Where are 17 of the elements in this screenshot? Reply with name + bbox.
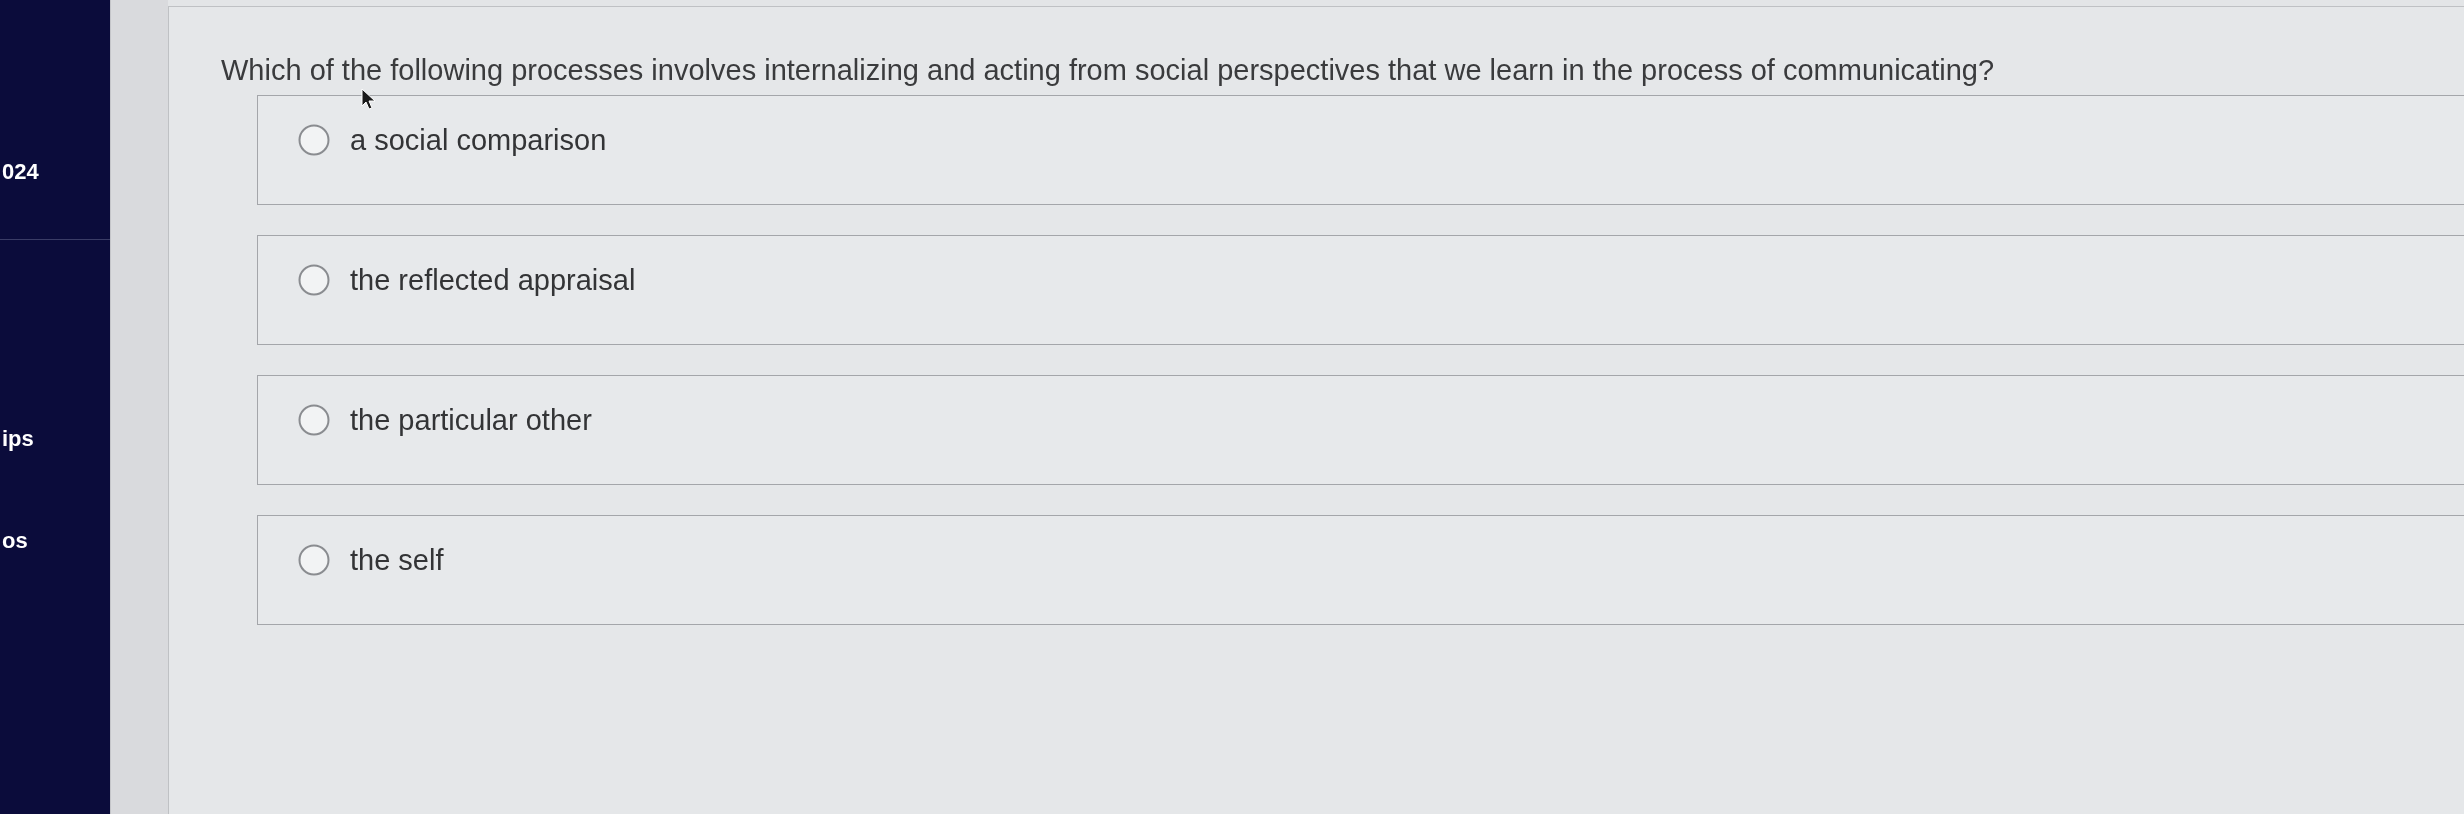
- sidebar-link[interactable]: os: [0, 526, 110, 556]
- radio-button-icon[interactable]: [298, 124, 330, 156]
- answer-option[interactable]: a social comparison: [257, 95, 2464, 205]
- sidebar-link[interactable]: ips: [0, 424, 110, 454]
- sidebar-date: 024: [1, 158, 40, 186]
- radio-button-icon[interactable]: [298, 404, 330, 436]
- answer-option[interactable]: the particular other: [257, 375, 2464, 485]
- option-label: the particular other: [350, 403, 592, 437]
- radio-button-icon[interactable]: [298, 544, 330, 576]
- radio-button-icon[interactable]: [298, 264, 330, 296]
- option-label: a social comparison: [350, 123, 607, 157]
- mouse-pointer-icon: [361, 88, 377, 110]
- question-text: Which of the following processes involves internalizing and acting from social perspectives that we learn in the process of communicating?: [221, 53, 1996, 87]
- answer-option[interactable]: the reflected appraisal: [257, 235, 2464, 345]
- answer-option[interactable]: the self: [257, 515, 2464, 625]
- option-label: the reflected appraisal: [350, 263, 636, 297]
- option-label: the self: [350, 543, 444, 577]
